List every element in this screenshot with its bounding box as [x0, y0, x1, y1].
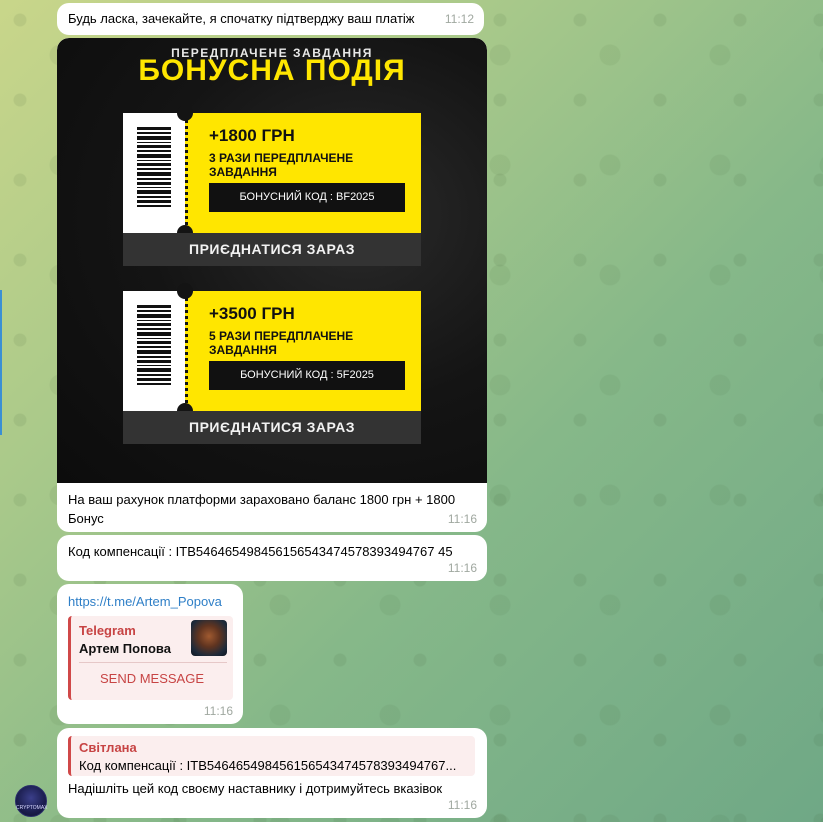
message-time: 11:16 — [447, 512, 477, 526]
ticket-perforation — [185, 113, 195, 233]
image-caption: На ваш рахунок платформи зараховано бала… — [68, 492, 456, 526]
telegram-link[interactable]: https://t.me/Artem_Popova — [68, 593, 222, 611]
message-time: 11:16 — [447, 561, 477, 575]
sender-avatar[interactable]: CRYPTOMAX — [15, 785, 48, 817]
ticket-perforation — [185, 291, 195, 411]
reply-quote[interactable]: Світлана Код компенсації : ITB5464654984… — [68, 736, 475, 776]
ticket-notch — [177, 283, 193, 299]
join-now-banner: ПРИЄДНАТИСЯ ЗАРАЗ — [123, 411, 421, 444]
send-message-button[interactable]: SEND MESSAGE — [71, 670, 233, 688]
bonus-amount: +3500 ГРН — [209, 304, 295, 323]
bonus-code: БОНУСНИЙ КОД : BF2025 — [209, 183, 405, 212]
join-now-banner: ПРИЄДНАТИСЯ ЗАРАЗ — [123, 233, 421, 266]
bonus-ticket: +1800 ГРН 3 РАЗИ ПЕРЕДПЛАЧЕНЕ ЗАВДАННЯ Б… — [123, 105, 421, 266]
message-text: Надішліть цей код своєму наставнику і до… — [68, 781, 443, 796]
message-text: Будь ласка, зачекайте, я спочатку підтве… — [68, 11, 415, 26]
reply-author: Світлана — [79, 740, 137, 755]
scroll-indicator — [0, 290, 2, 435]
message-bubble[interactable]: Код компенсації : ITB5464654984561565434… — [57, 535, 487, 581]
bonus-amount: +1800 ГРН — [209, 126, 295, 145]
ticket-stub — [123, 291, 185, 411]
barcode-icon — [137, 305, 171, 385]
image-message-bubble[interactable]: ПЕРЕДПЛАЧЕНЕ ЗАВДАННЯ БОНУСНА ПОДІЯ +180… — [57, 38, 487, 532]
avatar-label: CRYPTOMAX — [16, 805, 48, 811]
link-message-bubble[interactable]: https://t.me/Artem_Popova Telegram Артем… — [57, 584, 243, 724]
reply-quoted-text: Код компенсації : ITB5464654984561565434… — [79, 758, 457, 773]
ticket-stub — [123, 113, 185, 233]
barcode-icon — [137, 127, 171, 207]
link-preview[interactable]: Telegram Артем Попова SEND MESSAGE — [68, 616, 233, 700]
message-time: 11:16 — [447, 798, 477, 812]
message-time: 11:16 — [203, 704, 233, 718]
preview-title: Артем Попова — [79, 641, 171, 656]
preview-avatar — [191, 620, 227, 656]
preview-site-name: Telegram — [79, 623, 136, 638]
message-time: 11:12 — [444, 12, 474, 26]
bonus-ticket: +3500 ГРН 5 РАЗИ ПЕРЕДПЛАЧЕНЕ ЗАВДАННЯ Б… — [123, 283, 421, 444]
bonus-code: БОНУСНИЙ КОД : 5F2025 — [209, 361, 405, 390]
preview-divider — [79, 662, 227, 663]
message-text: Код компенсації : ITB5464654984561565434… — [68, 544, 453, 559]
ticket-notch — [177, 105, 193, 121]
bonus-description: 3 РАЗИ ПЕРЕДПЛАЧЕНЕ ЗАВДАННЯ — [209, 151, 354, 179]
message-bubble[interactable]: Будь ласка, зачекайте, я спочатку підтве… — [57, 3, 484, 35]
bonus-description: 5 РАЗИ ПЕРЕДПЛАЧЕНЕ ЗАВДАННЯ — [209, 329, 354, 357]
promo-image[interactable]: ПЕРЕДПЛАЧЕНЕ ЗАВДАННЯ БОНУСНА ПОДІЯ +180… — [57, 38, 487, 483]
reply-message-bubble[interactable]: Світлана Код компенсації : ITB5464654984… — [57, 728, 487, 818]
promo-title: БОНУСНА ПОДІЯ — [138, 54, 406, 87]
